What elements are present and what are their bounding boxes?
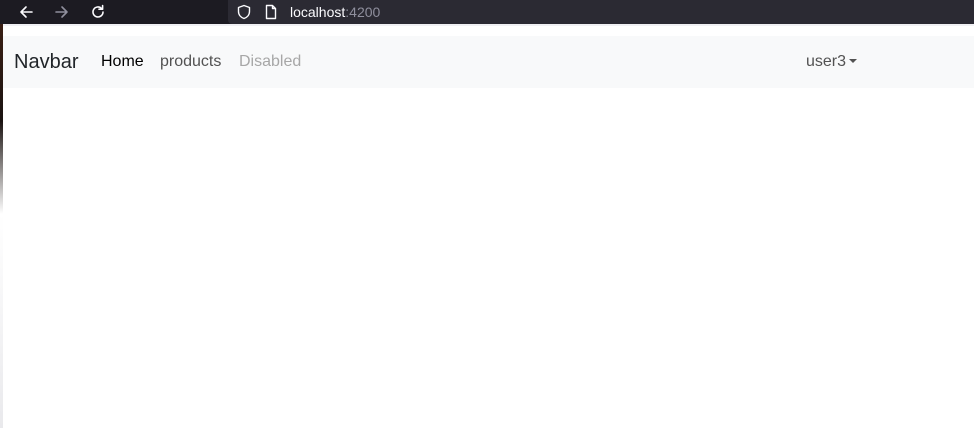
page-content [3,88,974,428]
page-icon [265,4,277,20]
url-text[interactable]: localhost:4200 [290,4,380,20]
tracking-protection-button[interactable] [235,3,253,21]
navbar-brand[interactable]: Navbar [14,49,78,75]
separator-line [0,24,974,26]
caret-down-icon [849,59,858,63]
forward-button[interactable] [51,2,73,22]
url-port: :4200 [345,4,381,20]
site-info-button[interactable] [262,3,280,21]
navbar: Navbar Home products Disabled user3 [3,36,974,88]
nav-link-products[interactable]: products [160,52,221,72]
browser-toolbar: localhost:4200 [0,0,974,24]
user-dropdown-label: user3 [806,53,847,70]
shield-icon [237,4,251,20]
reload-button[interactable] [87,2,109,22]
url-host: localhost [290,4,346,20]
reload-icon [92,4,104,18]
arrow-right-icon [55,6,68,18]
nav-link-home[interactable]: Home [101,52,144,72]
toolbar-separator [0,24,974,34]
url-bar[interactable]: localhost:4200 [228,0,974,24]
nav-link-disabled: Disabled [239,53,302,70]
back-button[interactable] [15,2,37,22]
arrow-left-icon [20,6,33,18]
user-dropdown[interactable]: user3 [806,52,858,72]
